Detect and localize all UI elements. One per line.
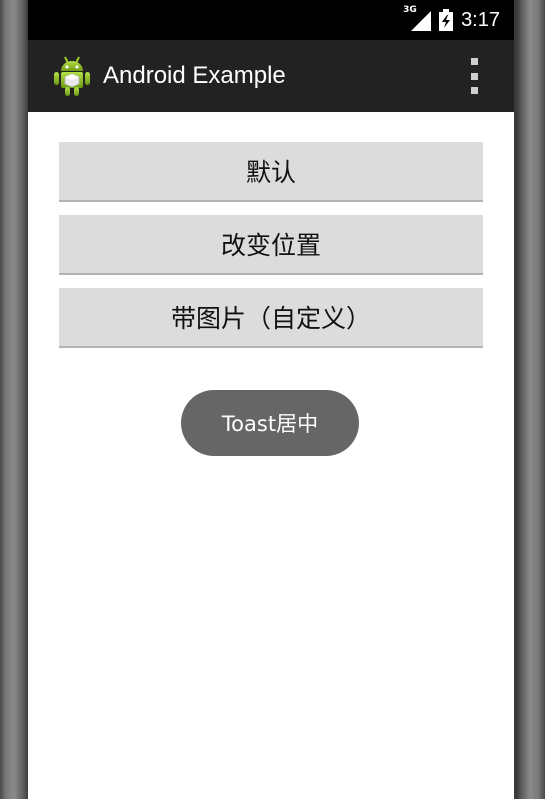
toast-message: Toast居中 [181, 390, 359, 456]
signal-indicator: 3G [403, 5, 432, 33]
app-title: Android Example [103, 62, 286, 89]
change-position-button[interactable]: 改变位置 [59, 215, 483, 275]
image-custom-button[interactable]: 带图片（自定义） [59, 288, 483, 348]
overflow-dot [470, 58, 478, 65]
overflow-menu-icon[interactable] [466, 58, 482, 94]
clock: 3:17 [461, 8, 500, 31]
status-bar: 3G 3:17 [28, 0, 514, 40]
main-content: 默认 改变位置 带图片（自定义） Toast居中 [28, 112, 514, 799]
default-toast-button[interactable]: 默认 [59, 142, 483, 202]
device-frame: 3G 3:17 Android Example 默认 改变位置 带图片（自定义）… [0, 0, 545, 799]
battery-icon [439, 9, 454, 31]
action-bar: Android Example [28, 40, 514, 114]
screen: 3G 3:17 Android Example 默认 改变位置 带图片（自定义）… [28, 0, 514, 799]
signal-icon [411, 11, 432, 31]
overflow-dot [470, 87, 478, 94]
overflow-dot [470, 72, 478, 80]
status-icons: 3G 3:17 [403, 0, 500, 40]
android-app-icon[interactable] [52, 55, 92, 97]
